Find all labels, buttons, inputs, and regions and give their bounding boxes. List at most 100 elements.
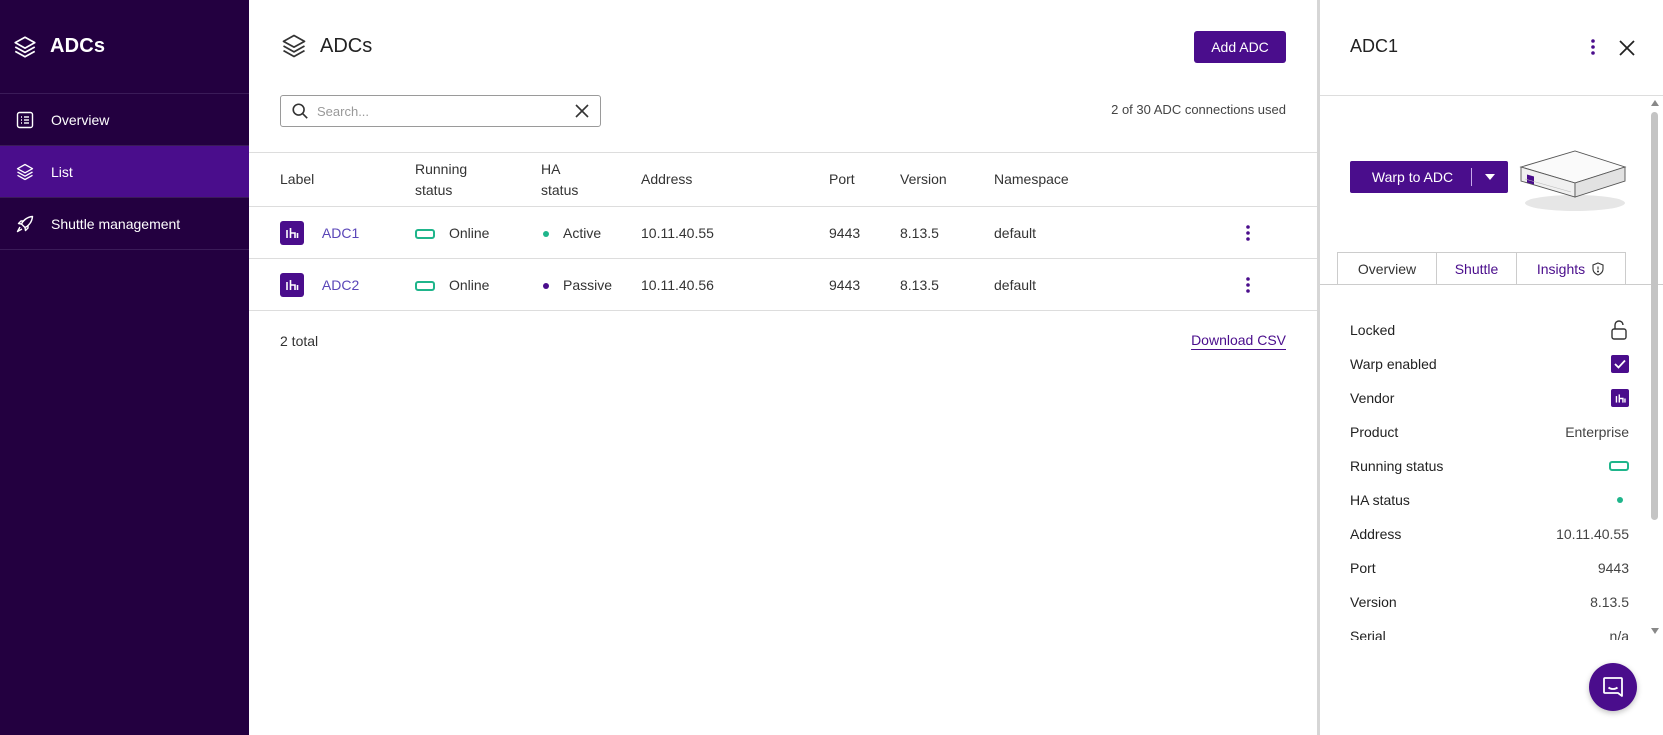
- ha-status-text: Passive: [563, 276, 613, 293]
- tab-label: Insights: [1536, 260, 1586, 277]
- layers-icon: [282, 34, 306, 58]
- warp-to-adc-button[interactable]: Warp to ADC: [1350, 169, 1471, 185]
- header-line: status: [415, 181, 453, 198]
- tab-insights[interactable]: Insights: [1516, 252, 1626, 285]
- table-row[interactable]: ADC1 Online Active 10.11.40.55 9443 8.13…: [249, 206, 1317, 259]
- prop-key: Product: [1350, 424, 1399, 440]
- vendor-logo-icon: [1611, 389, 1629, 407]
- tabs-divider: [1320, 284, 1663, 285]
- cell-ha-status: Active: [541, 206, 641, 259]
- prop-key: Address: [1350, 526, 1402, 542]
- column-header-running-status[interactable]: Running status: [415, 152, 541, 207]
- chat-launcher-button[interactable]: [1589, 663, 1637, 711]
- tab-overview[interactable]: Overview: [1337, 252, 1437, 285]
- sidebar-item-label: Overview: [51, 111, 110, 128]
- adc-link[interactable]: ADC2: [322, 277, 359, 293]
- header-line: status: [541, 181, 579, 198]
- prop-locked: Locked: [1350, 313, 1629, 347]
- column-header-actions: [1238, 152, 1317, 207]
- prop-key: Running status: [1350, 458, 1444, 474]
- cell-address: 10.11.40.55: [641, 206, 829, 259]
- cell-label: ADC2: [249, 258, 415, 311]
- ha-passive-dot-icon: [543, 282, 549, 289]
- warp-dropdown-button[interactable]: [1472, 174, 1508, 180]
- prop-warp-enabled: Warp enabled: [1350, 347, 1629, 381]
- running-status-text: Online: [449, 276, 490, 293]
- cell-running-status: Online: [415, 258, 541, 311]
- prop-key: Vendor: [1350, 390, 1395, 406]
- total-count: 2 total: [280, 333, 319, 349]
- sidebar-item-list[interactable]: List: [0, 146, 249, 198]
- chat-bubble-icon: [1603, 677, 1623, 697]
- cell-port: 9443: [829, 258, 900, 311]
- main-content: ADCs Add ADC 2 of 30 ADC connections use…: [249, 0, 1317, 735]
- prop-serial: Serial n/a: [1350, 619, 1629, 640]
- cell-label: ADC1: [249, 206, 415, 259]
- overview-list-icon: [16, 111, 34, 128]
- panel-menu-kebab-icon[interactable]: [1583, 37, 1603, 57]
- cell-namespace: default: [994, 258, 1238, 311]
- prop-version: Version 8.13.5: [1350, 585, 1629, 619]
- layers-icon: [16, 163, 34, 180]
- online-status-icon: [415, 280, 435, 291]
- scroll-thumb[interactable]: [1651, 112, 1658, 520]
- prop-running-status: Running status: [1350, 449, 1629, 483]
- prop-value: 10.11.40.55: [1556, 526, 1629, 542]
- column-header-version[interactable]: Version: [900, 152, 994, 207]
- connections-usage: 2 of 30 ADC connections used: [1111, 102, 1286, 117]
- cell-address: 10.11.40.56: [641, 258, 829, 311]
- scroll-up-arrow-icon[interactable]: [1651, 100, 1659, 106]
- header-line: Running: [415, 160, 468, 177]
- running-status-text: Online: [449, 224, 490, 241]
- adc-properties-list: Locked Warp enabled Vendor Product Enter…: [1350, 313, 1629, 640]
- rocket-icon: [16, 215, 34, 232]
- sidebar-item-shuttle-management[interactable]: Shuttle management: [0, 198, 249, 250]
- cell-running-status: Online: [415, 206, 541, 259]
- sidebar-item-label: Shuttle management: [51, 215, 181, 232]
- prop-key: Version: [1350, 594, 1397, 610]
- sidebar-title: ADCs: [50, 35, 106, 57]
- clear-search-icon[interactable]: [574, 103, 590, 119]
- prop-key: Locked: [1350, 322, 1396, 338]
- warp-enabled-checkbox[interactable]: [1611, 355, 1629, 373]
- column-header-ha-status[interactable]: HA status: [541, 152, 641, 207]
- adc-link[interactable]: ADC1: [322, 225, 359, 241]
- column-header-address[interactable]: Address: [641, 152, 829, 207]
- header-line: HA: [541, 160, 561, 177]
- search-input[interactable]: [317, 103, 574, 119]
- column-header-label[interactable]: Label: [249, 152, 415, 207]
- column-header-port[interactable]: Port: [829, 152, 900, 207]
- checkmark-icon: [1614, 359, 1626, 369]
- page-title: ADCs: [320, 34, 373, 57]
- prop-value: n/a: [1609, 628, 1629, 640]
- layers-icon: [14, 35, 36, 58]
- prop-product: Product Enterprise: [1350, 415, 1629, 449]
- tab-shuttle[interactable]: Shuttle: [1436, 252, 1517, 285]
- panel-scrollbar[interactable]: [1650, 100, 1660, 640]
- row-menu-kebab-icon[interactable]: [1238, 223, 1258, 243]
- ha-active-dot-icon: [543, 230, 549, 237]
- column-header-namespace[interactable]: Namespace: [994, 152, 1238, 207]
- sidebar-header: ADCs: [0, 0, 249, 94]
- cell-version: 8.13.5: [900, 206, 994, 259]
- close-icon[interactable]: [1616, 37, 1638, 59]
- online-status-icon: [415, 228, 435, 239]
- scroll-down-arrow-icon[interactable]: [1651, 628, 1659, 634]
- detail-panel: ADC1 Warp to ADC Overview Shuttle Insigh…: [1317, 0, 1663, 735]
- online-status-icon: [1609, 461, 1629, 471]
- add-adc-button[interactable]: Add ADC: [1194, 31, 1286, 63]
- download-csv-link[interactable]: Download CSV: [1191, 332, 1286, 348]
- unlocked-padlock-icon[interactable]: [1609, 319, 1629, 341]
- cell-actions: [1238, 206, 1317, 259]
- sidebar-item-label: List: [51, 163, 73, 180]
- caret-down-icon: [1485, 174, 1495, 180]
- search-icon: [292, 103, 308, 119]
- sidebar-item-overview[interactable]: Overview: [0, 94, 249, 146]
- cell-version: 8.13.5: [900, 258, 994, 311]
- row-menu-kebab-icon[interactable]: [1238, 275, 1258, 295]
- table-row[interactable]: ADC2 Online Passive 10.11.40.56 9443 8.1…: [249, 258, 1317, 311]
- search-box: [280, 95, 601, 127]
- prop-ha-status: HA status: [1350, 483, 1629, 517]
- cell-port: 9443: [829, 206, 900, 259]
- panel-title: ADC1: [1350, 36, 1399, 56]
